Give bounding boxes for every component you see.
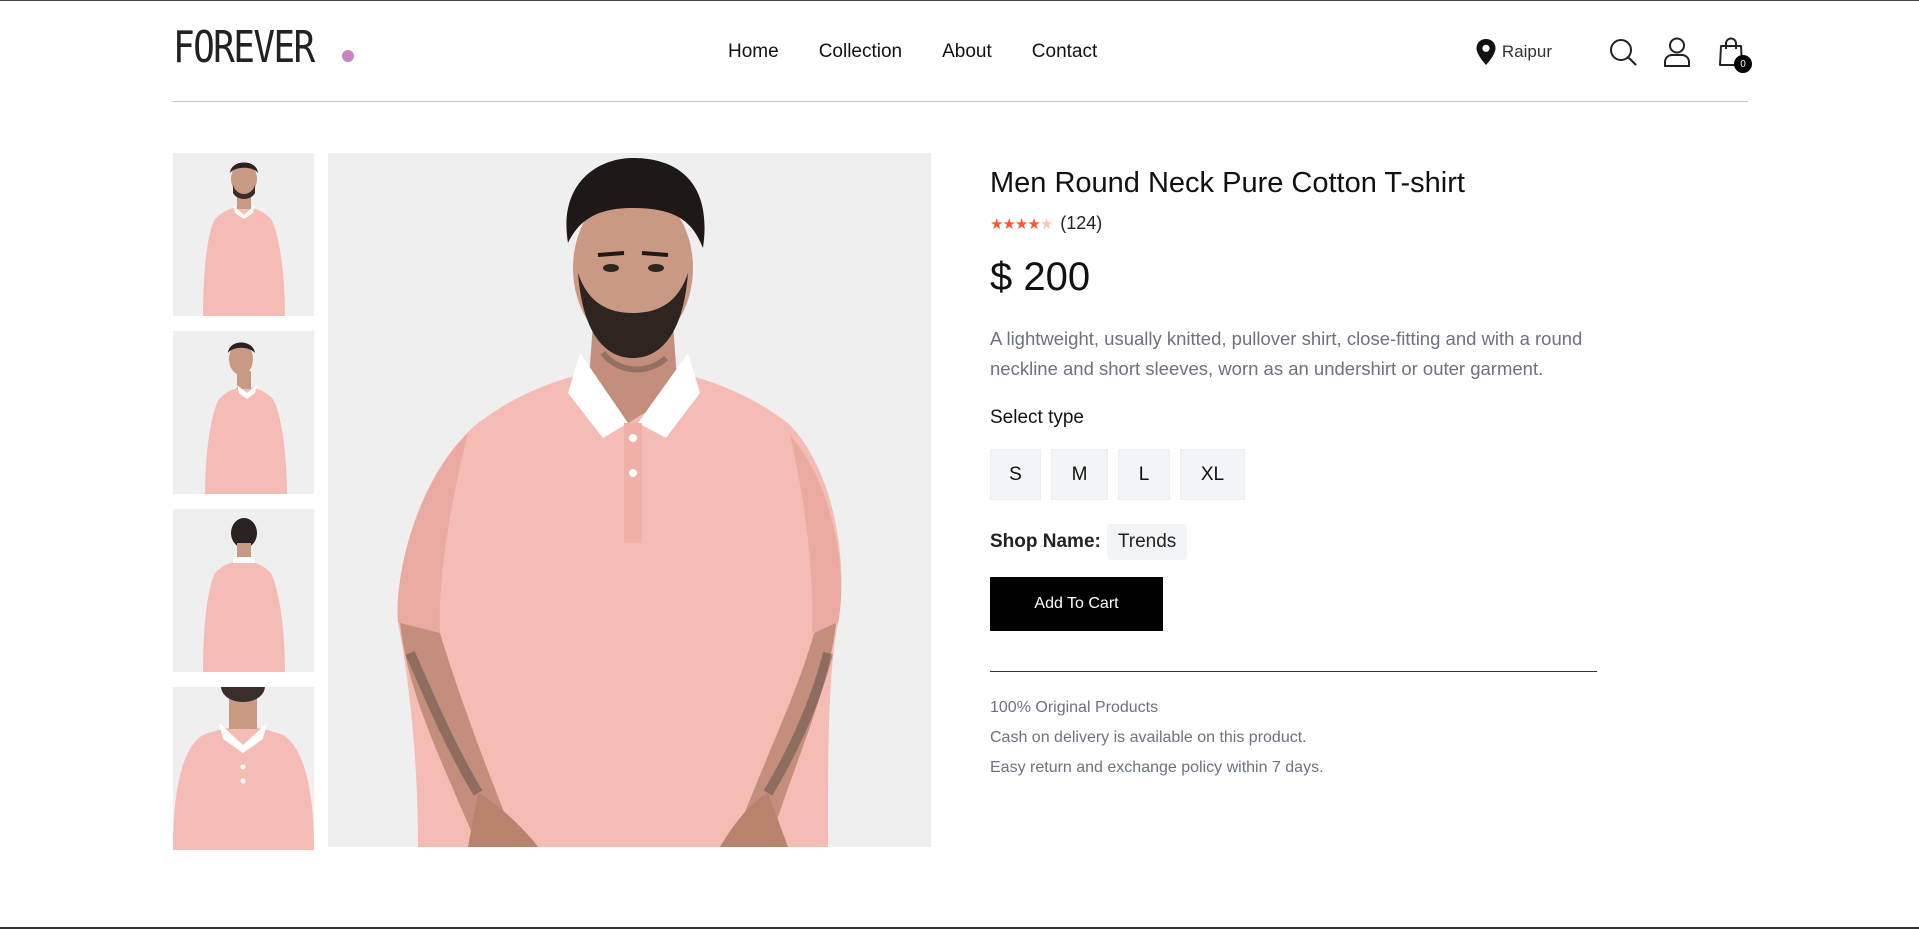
star-filled-icon: ★ <box>1014 215 1028 233</box>
size-option-xl[interactable]: XL <box>1180 449 1245 500</box>
location-pin-icon <box>1476 39 1496 65</box>
size-option-m[interactable]: M <box>1051 449 1108 500</box>
star-filled-icon: ★ <box>1002 215 1015 233</box>
profile-button[interactable] <box>1660 35 1694 69</box>
thumbnail-closeup[interactable] <box>173 687 314 850</box>
main-nav: Home Collection About Contact <box>728 38 1097 66</box>
location-label: Raipur <box>1501 42 1552 61</box>
logo[interactable]: FOREVER <box>173 24 315 72</box>
shop-name-value[interactable]: Trends <box>1106 524 1188 560</box>
product-thumbnail-image <box>173 153 314 316</box>
product-thumbnail-image <box>173 331 314 494</box>
nav-collection[interactable]: Collection <box>819 38 902 66</box>
size-option-l[interactable]: L <box>1118 449 1170 500</box>
details-divider <box>990 671 1597 672</box>
product-policies: 100% Original Products Cash on delivery … <box>990 693 1597 783</box>
policy-cod: Cash on delivery is available on this pr… <box>990 729 1307 746</box>
nav-home[interactable]: Home <box>728 38 779 66</box>
policy-original: 100% Original Products <box>990 699 1159 716</box>
rating-stars: ★★★★★ <box>990 215 1053 233</box>
size-options: S M L XL <box>990 449 1597 500</box>
cart-button[interactable]: 0 <box>1714 35 1752 73</box>
review-count: (124) <box>1060 213 1103 233</box>
product-details: Men Round Neck Pure Cotton T-shirt ★★★★★… <box>990 160 1597 783</box>
product-rating: ★★★★★ (124) <box>990 213 1597 234</box>
shop-info: Shop Name: Trends <box>990 524 1597 560</box>
product-thumbnail-image <box>173 687 314 850</box>
product-title: Men Round Neck Pure Cotton T-shirt <box>990 167 1465 199</box>
location-selector[interactable]: Raipur <box>1476 39 1552 65</box>
thumbnail-front[interactable] <box>173 153 314 316</box>
logo-dot <box>342 50 354 62</box>
shop-name-label: Shop Name: <box>990 531 1101 552</box>
thumbnail-side[interactable] <box>173 331 314 494</box>
star-empty-icon: ★ <box>1039 215 1053 233</box>
search-button[interactable] <box>1606 35 1640 69</box>
add-to-cart-button[interactable]: Add To Cart <box>990 577 1163 631</box>
size-option-s[interactable]: S <box>990 449 1041 500</box>
nav-contact[interactable]: Contact <box>1032 38 1097 66</box>
star-filled-icon: ★ <box>990 215 1003 233</box>
main-product-image <box>328 153 931 847</box>
select-type-label: Select type <box>990 407 1084 428</box>
product-description: A lightweight, usually knitted, pullover… <box>990 328 1583 379</box>
search-icon <box>1610 39 1637 66</box>
star-filled-icon: ★ <box>1027 215 1040 233</box>
site-header: FOREVER Home Collection About Contact Ra… <box>173 0 1752 102</box>
cart-count-badge: 0 <box>1734 55 1752 73</box>
thumbnail-list <box>173 153 314 865</box>
product-photo <box>328 153 931 847</box>
policy-return: Easy return and exchange policy within 7… <box>990 759 1324 776</box>
thumbnail-back[interactable] <box>173 509 314 672</box>
header-divider <box>173 101 1748 102</box>
header-actions: Raipur 0 <box>1476 34 1752 73</box>
nav-about[interactable]: About <box>942 38 992 66</box>
product-thumbnail-image <box>173 509 314 672</box>
user-icon <box>1664 37 1690 67</box>
product-price: $ 200 <box>990 255 1091 299</box>
